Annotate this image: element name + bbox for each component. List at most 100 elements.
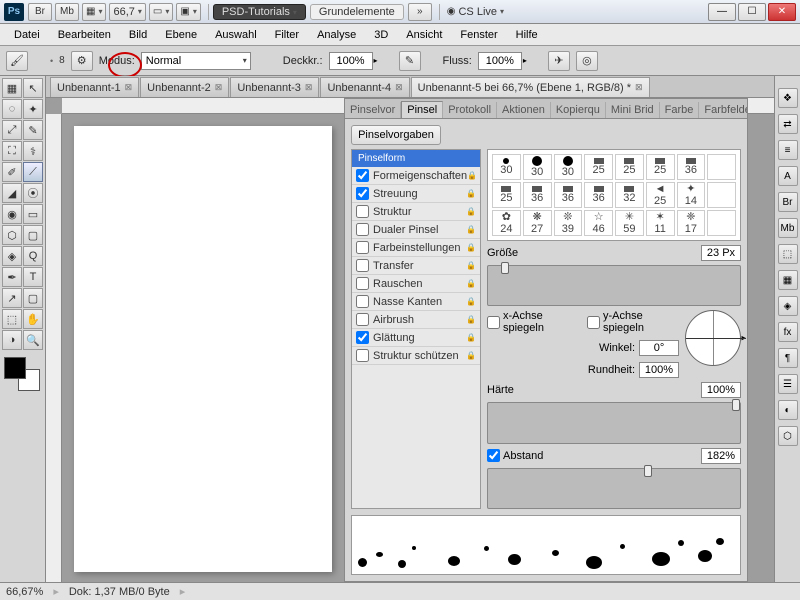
flip-y-checkbox[interactable]: y-Achse spiegeln <box>587 310 679 334</box>
brush-thumb[interactable]: 30 <box>554 154 583 180</box>
tool-13[interactable]: ▭ <box>23 204 43 224</box>
brush-thumb[interactable]: ❊39 <box>554 210 583 236</box>
dock-icon[interactable]: ⬚ <box>778 244 798 264</box>
dock-icon[interactable]: fx <box>778 322 798 342</box>
panel-tab-mini brid[interactable]: Mini Brid <box>606 102 660 118</box>
tool-18[interactable]: ✒ <box>2 267 22 287</box>
size-input[interactable]: 23 Px <box>701 245 741 261</box>
brush-panel-toggle[interactable]: ⚙ <box>71 51 93 71</box>
menu-ansicht[interactable]: Ansicht <box>398 27 450 43</box>
brush-thumb[interactable]: ✦14 <box>677 182 706 208</box>
dock-icon[interactable]: ≡ <box>778 140 798 160</box>
lock-icon[interactable]: 🔒 <box>466 189 476 199</box>
dock-icon[interactable]: ❖ <box>778 88 798 108</box>
brush-thumb[interactable]: 25 <box>615 154 644 180</box>
minimize-btn[interactable]: — <box>708 3 736 21</box>
minibridge-btn[interactable]: Mb <box>55 3 79 21</box>
menu-analyse[interactable]: Analyse <box>309 27 364 43</box>
tablet-size-icon[interactable]: ◎ <box>576 51 598 71</box>
attr-item[interactable]: Nasse Kanten🔒 <box>352 293 480 311</box>
dock-icon[interactable]: ▦ <box>778 270 798 290</box>
dock-icon[interactable]: A <box>778 166 798 186</box>
lock-icon[interactable]: 🔒 <box>466 351 476 361</box>
close-icon[interactable]: ⊠ <box>395 82 403 93</box>
zoom-dropdown[interactable]: 66,7 <box>109 3 145 21</box>
view-extras-btn[interactable]: ▦ <box>82 3 106 21</box>
attr-checkbox[interactable] <box>356 169 369 182</box>
brush-thumb[interactable]: 25 <box>646 154 675 180</box>
more-btn[interactable]: » <box>408 3 432 21</box>
panel-tab-pinsel[interactable]: Pinsel <box>401 101 443 118</box>
size-slider[interactable] <box>487 265 741 306</box>
tool-9[interactable]: ⟋ <box>23 162 43 182</box>
lock-icon[interactable]: 🔒 <box>466 225 476 235</box>
attr-head[interactable]: Pinselform <box>352 150 480 167</box>
dock-icon[interactable]: ◐ <box>778 400 798 420</box>
dock-icon[interactable]: Br <box>778 192 798 212</box>
brush-thumb[interactable]: 36 <box>554 182 583 208</box>
airbrush-icon[interactable]: ✈ <box>548 51 570 71</box>
maximize-btn[interactable]: ☐ <box>738 3 766 21</box>
tool-20[interactable]: ↗ <box>2 288 22 308</box>
brush-tip-grid[interactable]: 303030252525362536363632◄25✦14✿24❋27❊39☆… <box>487 149 741 241</box>
attr-checkbox[interactable] <box>356 205 369 218</box>
tool-7[interactable]: ⚕ <box>23 141 43 161</box>
tool-11[interactable]: ⦿ <box>23 183 43 203</box>
attr-item[interactable]: Struktur schützen🔒 <box>352 347 480 365</box>
fg-bg-colors[interactable] <box>2 355 42 393</box>
lock-icon[interactable]: 🔒 <box>466 297 476 307</box>
brush-thumb[interactable]: ❋27 <box>523 210 552 236</box>
status-zoom[interactable]: 66,67% <box>6 586 43 598</box>
angle-control[interactable]: ▸ <box>685 310 741 366</box>
canvas-viewport[interactable]: PinselvorPinselProtokollAktionenKopierqu… <box>46 98 774 582</box>
attr-item[interactable]: Farbeinstellungen🔒 <box>352 239 480 257</box>
attr-checkbox[interactable] <box>356 187 369 200</box>
menu-hilfe[interactable]: Hilfe <box>508 27 546 43</box>
tool-0[interactable]: ▦ <box>2 78 22 98</box>
menu-datei[interactable]: Datei <box>6 27 48 43</box>
attr-checkbox[interactable] <box>356 313 369 326</box>
roundness-input[interactable]: 100% <box>639 362 679 378</box>
menu-auswahl[interactable]: Auswahl <box>207 27 265 43</box>
brush-presets-btn[interactable]: Pinselvorgaben <box>351 125 441 145</box>
tool-8[interactable]: ✐ <box>2 162 22 182</box>
close-icon[interactable]: ⊠ <box>635 82 643 93</box>
tool-12[interactable]: ◉ <box>2 204 22 224</box>
tool-21[interactable]: ▢ <box>23 288 43 308</box>
brush-thumb[interactable]: ◄25 <box>646 182 675 208</box>
close-btn[interactable]: ✕ <box>768 3 796 21</box>
tool-2[interactable]: ◌ <box>2 99 22 119</box>
close-icon[interactable]: ⊠ <box>215 82 223 93</box>
attr-checkbox[interactable] <box>356 349 369 362</box>
tool-14[interactable]: ⬡ <box>2 225 22 245</box>
dock-icon[interactable]: Mb <box>778 218 798 238</box>
dock-icon[interactable]: ⇄ <box>778 114 798 134</box>
panel-tab-pinselvor[interactable]: Pinselvor <box>345 102 401 118</box>
brush-thumb[interactable]: ✳59 <box>615 210 644 236</box>
lock-icon[interactable]: 🔒 <box>466 243 476 253</box>
screen-mode-btn[interactable]: ▣ <box>176 3 200 21</box>
tool-23[interactable]: ✋ <box>23 309 43 329</box>
brush-thumb[interactable]: 25 <box>492 182 521 208</box>
attr-item[interactable]: Glättung🔒 <box>352 329 480 347</box>
dock-icon[interactable]: ◈ <box>778 296 798 316</box>
menu-ebene[interactable]: Ebene <box>157 27 205 43</box>
attr-checkbox[interactable] <box>356 295 369 308</box>
tool-10[interactable]: ◢ <box>2 183 22 203</box>
attr-item[interactable]: Formeigenschaften🔒 <box>352 167 480 185</box>
attr-item[interactable]: Transfer🔒 <box>352 257 480 275</box>
bridge-btn[interactable]: Br <box>28 3 52 21</box>
lock-icon[interactable]: 🔒 <box>466 207 476 217</box>
dock-icon[interactable]: ⬡ <box>778 426 798 446</box>
tool-25[interactable]: 🔍 <box>23 330 43 350</box>
lock-icon[interactable]: 🔒 <box>467 171 477 181</box>
spacing-slider[interactable] <box>487 468 741 509</box>
attr-checkbox[interactable] <box>356 223 369 236</box>
blend-mode-dropdown[interactable]: Normal <box>141 52 251 70</box>
tool-3[interactable]: ✦ <box>23 99 43 119</box>
tool-4[interactable]: ⤢ <box>2 120 22 140</box>
cs-live-btn[interactable]: ◉ CS Live <box>444 3 507 21</box>
dock-icon[interactable]: ☰ <box>778 374 798 394</box>
doctab[interactable]: Unbenannt-3⊠ <box>230 77 319 97</box>
doc-name-pill[interactable]: Grundelemente <box>310 4 404 20</box>
